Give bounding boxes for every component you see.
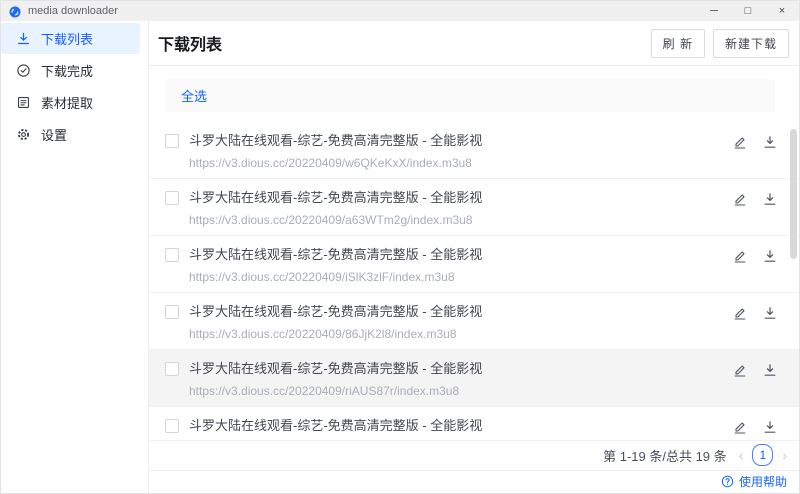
download-row: 斗罗大陆在线观看-综艺-免费高清完整版 - 全能影视 https://v3.di… xyxy=(149,349,799,407)
scrollbar-thumb[interactable] xyxy=(790,129,797,259)
item-url: https://v3.dious.cc/20220409/86JjK2l8/in… xyxy=(189,326,457,341)
next-page-icon[interactable]: › xyxy=(782,448,787,462)
main-header: 下载列表 刷 新 新建下载 xyxy=(149,21,799,66)
edit-icon[interactable] xyxy=(733,135,747,149)
download-icon[interactable] xyxy=(763,306,777,320)
sidebar-item-label: 素材提取 xyxy=(41,96,94,111)
sidebar-item-label: 下载完成 xyxy=(41,64,94,79)
item-title: 斗罗大陆在线观看-综艺-免费高清完整版 - 全能影视 xyxy=(189,417,483,433)
download-row: 斗罗大陆在线观看-综艺-免费高清完整版 - 全能影视 https://v3.di… xyxy=(149,179,799,236)
select-all-link[interactable]: 全选 xyxy=(181,86,207,105)
edit-icon[interactable] xyxy=(733,420,747,434)
row-checkbox[interactable] xyxy=(165,304,179,319)
prev-page-icon[interactable]: ‹ xyxy=(739,448,744,462)
item-title: 斗罗大陆在线观看-综艺-免费高清完整版 - 全能影视 xyxy=(189,360,483,376)
item-url: https://v3.dious.cc/20220409/a63WTm2g/in… xyxy=(189,212,473,227)
item-url: https://v3.dious.cc/20220409/w6QKeKxX/in… xyxy=(189,155,472,170)
item-title: 斗罗大陆在线观看-综艺-免费高清完整版 - 全能影视 xyxy=(189,189,483,205)
item-url: https://v3.dious.cc/20220409/iSlK3zlF/in… xyxy=(189,269,455,284)
download-row: 斗罗大陆在线观看-综艺-免费高清完整版 - 全能影视 https://v3.di… xyxy=(149,236,799,293)
page-number-button[interactable]: 1 xyxy=(752,444,774,467)
download-row: 斗罗大陆在线观看-综艺-免费高清完整版 - 全能影视 https://v3.di… xyxy=(149,293,799,350)
download-row: 斗罗大陆在线观看-综艺-免费高清完整版 - 全能影视 xyxy=(149,407,799,441)
titlebar: media downloader ─ □ × xyxy=(1,1,799,21)
refresh-button[interactable]: 刷 新 xyxy=(650,28,705,58)
sidebar-item-download-list[interactable]: 下载列表 xyxy=(1,23,140,54)
row-checkbox[interactable] xyxy=(165,190,179,205)
app-logo-icon xyxy=(9,5,21,18)
download-row: 斗罗大陆在线观看-综艺-免费高清完整版 - 全能影视 https://v3.di… xyxy=(149,122,799,179)
extract-icon xyxy=(16,95,31,110)
download-icon xyxy=(16,31,31,46)
gear-icon xyxy=(16,127,31,142)
sidebar-item-settings[interactable]: 设置 xyxy=(1,119,140,150)
row-checkbox[interactable] xyxy=(165,418,179,433)
pagination: 第 1-19 条/总共 19 条 ‹ 1 › xyxy=(149,441,799,470)
download-icon[interactable] xyxy=(763,420,777,434)
row-checkbox[interactable] xyxy=(165,361,179,376)
minimize-button[interactable]: ─ xyxy=(697,1,731,21)
main-panel: 下载列表 刷 新 新建下载 全选 斗罗大陆在线观看-综艺-免费高清完整版 - 全… xyxy=(149,21,799,493)
question-circle-icon xyxy=(721,475,734,488)
edit-icon[interactable] xyxy=(733,249,747,263)
new-download-button[interactable]: 新建下载 xyxy=(712,28,789,58)
window-title: media downloader xyxy=(28,5,118,17)
close-button[interactable]: × xyxy=(765,1,799,21)
help-link[interactable]: 使用帮助 xyxy=(739,473,787,490)
sidebar-item-download-complete[interactable]: 下载完成 xyxy=(1,55,140,86)
download-icon[interactable] xyxy=(763,135,777,149)
sidebar: 下载列表 下载完成 素材提取 设置 xyxy=(1,21,149,493)
edit-icon[interactable] xyxy=(733,306,747,320)
row-checkbox[interactable] xyxy=(165,133,179,148)
check-circle-icon xyxy=(16,63,31,78)
maximize-button[interactable]: □ xyxy=(731,1,765,21)
select-all-band: 全选 xyxy=(165,79,775,112)
edit-icon[interactable] xyxy=(733,363,747,377)
item-title: 斗罗大陆在线观看-综艺-免费高清完整版 - 全能影视 xyxy=(189,246,483,262)
sidebar-item-label: 下载列表 xyxy=(41,32,94,47)
edit-icon[interactable] xyxy=(733,192,747,206)
sidebar-item-material-extract[interactable]: 素材提取 xyxy=(1,87,140,118)
download-icon[interactable] xyxy=(763,249,777,263)
item-title: 斗罗大陆在线观看-综艺-免费高清完整版 - 全能影视 xyxy=(189,132,483,148)
download-icon[interactable] xyxy=(763,192,777,206)
page-title: 下载列表 xyxy=(158,37,223,54)
item-title: 斗罗大陆在线观看-综艺-免费高清完整版 - 全能影视 xyxy=(189,303,483,319)
download-icon[interactable] xyxy=(763,363,777,377)
sidebar-item-label: 设置 xyxy=(41,128,68,143)
row-checkbox[interactable] xyxy=(165,247,179,262)
pagination-summary: 第 1-19 条/总共 19 条 xyxy=(603,448,727,464)
download-list: 斗罗大陆在线观看-综艺-免费高清完整版 - 全能影视 https://v3.di… xyxy=(149,122,799,441)
item-url: https://v3.dious.cc/20220409/riAUS87r/in… xyxy=(189,383,460,398)
app-window: media downloader ─ □ × 下载列表 下载完成 素材提取 设置… xyxy=(0,0,800,494)
help-bar: 使用帮助 xyxy=(149,469,799,493)
